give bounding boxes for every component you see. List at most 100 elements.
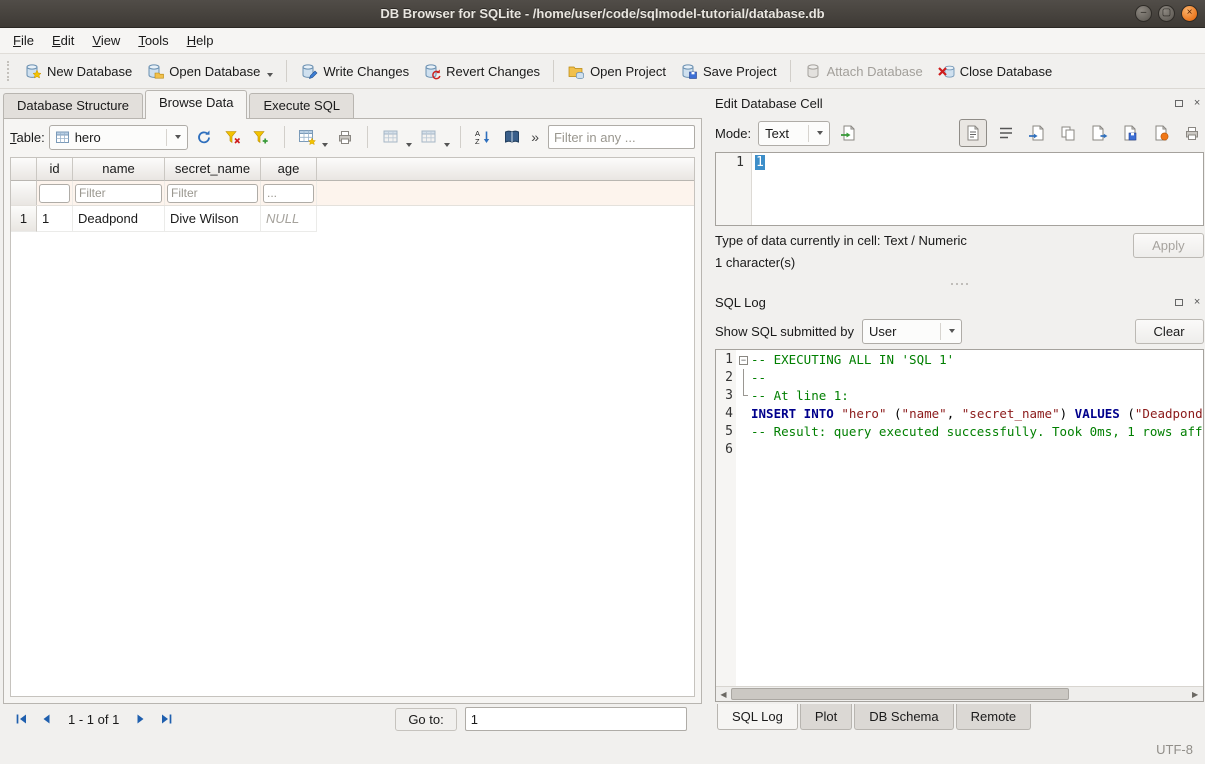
copy-cell-button[interactable] xyxy=(1056,121,1080,145)
row-header[interactable]: 1 xyxy=(11,206,37,232)
column-header-secret-name[interactable]: secret_name xyxy=(165,158,261,181)
chevron-down-icon xyxy=(817,131,823,135)
last-record-button[interactable] xyxy=(155,708,177,730)
menu-help[interactable]: Help xyxy=(178,29,223,52)
open-database-dropdown-icon[interactable] xyxy=(267,73,273,77)
edit-cell-header: Edit Database Cell × xyxy=(715,93,1204,114)
close-icon[interactable]: × xyxy=(1181,5,1198,22)
sort-button[interactable]: A Z xyxy=(471,124,496,150)
close-panel-icon[interactable]: × xyxy=(1191,296,1204,309)
column-header-age[interactable]: age xyxy=(261,158,317,181)
new-record-button[interactable] xyxy=(294,124,320,150)
new-database-icon xyxy=(24,62,42,80)
save-project-button[interactable]: Save Project xyxy=(673,58,784,84)
import-cell-button[interactable] xyxy=(1025,121,1049,145)
save-cell-button[interactable] xyxy=(1118,121,1142,145)
write-changes-button[interactable]: Write Changes xyxy=(293,58,416,84)
attach-database-button: Attach Database xyxy=(797,58,930,84)
toolbar-overflow-button[interactable]: » xyxy=(528,129,542,145)
open-project-button[interactable]: Open Project xyxy=(560,58,673,84)
menu-tools[interactable]: Tools xyxy=(129,29,177,52)
column-header-name[interactable]: name xyxy=(73,158,165,181)
tab-plot[interactable]: Plot xyxy=(800,704,852,730)
delete-row-dropdown-icon[interactable] xyxy=(444,143,450,147)
menu-file[interactable]: File xyxy=(4,29,43,52)
cell-name[interactable]: Deadpond xyxy=(73,206,165,232)
export-cell-button[interactable] xyxy=(1087,121,1111,145)
mode-select[interactable]: Text xyxy=(758,121,830,146)
float-panel-icon[interactable] xyxy=(1173,296,1186,309)
editor-content[interactable]: 1 xyxy=(752,153,1203,225)
encoding-button[interactable] xyxy=(500,124,525,150)
next-record-button[interactable] xyxy=(130,708,152,730)
toolbar-handle[interactable] xyxy=(7,61,12,81)
open-project-label: Open Project xyxy=(590,64,666,79)
import-data-button[interactable] xyxy=(837,121,861,145)
close-database-button[interactable]: Close Database xyxy=(930,58,1060,84)
menu-edit[interactable]: Edit xyxy=(43,29,83,52)
log-filter-select[interactable]: User xyxy=(862,319,962,344)
revert-changes-button[interactable]: Revert Changes xyxy=(416,58,547,84)
cell-id[interactable]: 1 xyxy=(37,206,73,232)
first-record-button[interactable] xyxy=(10,708,32,730)
fold-marker-icon[interactable]: − xyxy=(739,356,748,365)
maximize-icon[interactable]: ▢ xyxy=(1158,5,1175,22)
clear-filters-button[interactable] xyxy=(220,124,245,150)
insert-row-button[interactable] xyxy=(378,124,404,150)
print-cell-button[interactable] xyxy=(1180,121,1204,145)
toolbar-separator xyxy=(460,126,461,148)
print-button[interactable] xyxy=(332,124,357,150)
splitter-handle[interactable] xyxy=(715,278,1204,290)
tab-remote[interactable]: Remote xyxy=(956,704,1032,730)
cell-editor[interactable]: 1 1 xyxy=(715,152,1204,226)
horizontal-scrollbar[interactable]: ◀ ▶ xyxy=(716,686,1203,701)
goto-button[interactable]: Go to: xyxy=(395,708,456,731)
filter-input-age[interactable] xyxy=(263,184,314,203)
filter-input-secret-name[interactable] xyxy=(167,184,258,203)
table-row[interactable]: 1 1 Deadpond Dive Wilson NULL xyxy=(11,206,694,232)
delete-row-button[interactable] xyxy=(416,124,442,150)
filter-input-id[interactable] xyxy=(39,184,70,203)
save-filter-button[interactable] xyxy=(249,124,274,150)
word-wrap-button[interactable] xyxy=(994,121,1018,145)
open-database-button[interactable]: Open Database xyxy=(139,58,280,84)
new-database-label: New Database xyxy=(47,64,132,79)
close-database-label: Close Database xyxy=(960,64,1053,79)
filter-any-input[interactable] xyxy=(548,125,695,149)
text-mode-button[interactable] xyxy=(959,119,987,147)
refresh-button[interactable] xyxy=(192,124,217,150)
sort-icon: A Z xyxy=(474,128,492,146)
tab-browse-data[interactable]: Browse Data xyxy=(145,90,247,119)
insert-row-dropdown-icon[interactable] xyxy=(406,143,412,147)
scroll-left-icon[interactable]: ◀ xyxy=(716,690,731,699)
sql-log-view[interactable]: 123456 − -- EXECUTING ALL IN 'SQL 1'----… xyxy=(715,349,1204,702)
grid-corner[interactable] xyxy=(11,158,37,181)
filter-input-name[interactable] xyxy=(75,184,162,203)
minimize-icon[interactable]: – xyxy=(1135,5,1152,22)
previous-record-button[interactable] xyxy=(35,708,57,730)
menu-view[interactable]: View xyxy=(83,29,129,52)
scrollbar-thumb[interactable] xyxy=(731,688,1069,700)
new-database-button[interactable]: New Database xyxy=(17,58,139,84)
table-select[interactable]: hero xyxy=(49,125,188,150)
tab-sql-log[interactable]: SQL Log xyxy=(717,704,798,730)
edit-cell-toolbar: Mode: Text xyxy=(715,116,1204,150)
refresh-icon xyxy=(195,128,213,146)
chevron-down-icon xyxy=(949,329,955,333)
tab-database-structure[interactable]: Database Structure xyxy=(3,93,143,118)
new-record-dropdown-icon[interactable] xyxy=(322,143,328,147)
float-panel-icon[interactable] xyxy=(1173,97,1186,110)
cell-age[interactable]: NULL xyxy=(261,206,317,232)
clear-log-button[interactable]: Clear xyxy=(1135,319,1204,344)
goto-input[interactable] xyxy=(465,707,687,731)
tab-execute-sql[interactable]: Execute SQL xyxy=(249,93,354,118)
write-changes-icon xyxy=(300,62,318,80)
cell-secret-name[interactable]: Dive Wilson xyxy=(165,206,261,232)
fold-column[interactable]: − xyxy=(736,350,751,686)
column-header-id[interactable]: id xyxy=(37,158,73,181)
close-panel-icon[interactable]: × xyxy=(1191,97,1204,110)
apply-button[interactable]: Apply xyxy=(1133,233,1204,258)
set-null-button[interactable] xyxy=(1149,121,1173,145)
scroll-right-icon[interactable]: ▶ xyxy=(1188,690,1203,699)
tab-db-schema[interactable]: DB Schema xyxy=(854,704,953,730)
